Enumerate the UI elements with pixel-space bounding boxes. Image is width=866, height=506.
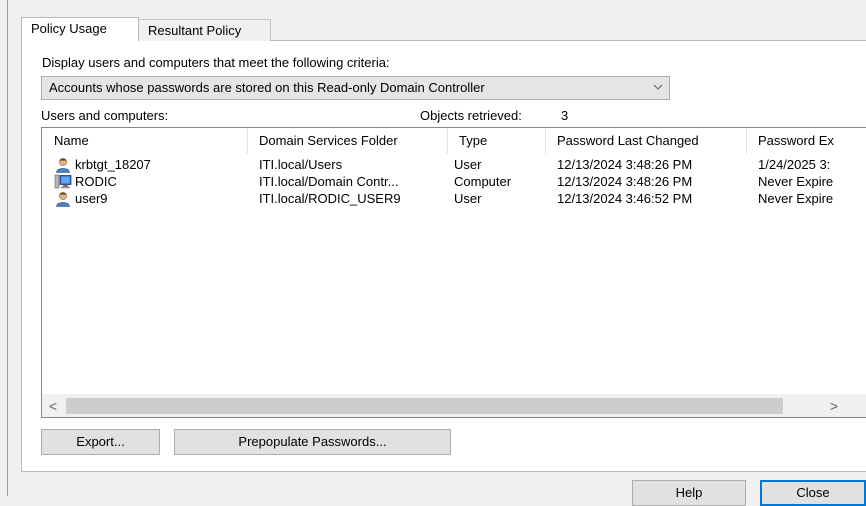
accounts-list-view[interactable]: Name Domain Services Folder Type Passwor… — [41, 127, 866, 418]
column-header-folder[interactable]: Domain Services Folder — [247, 128, 447, 154]
cell-password-expires: 1/24/2025 3: — [758, 157, 831, 172]
column-header-type[interactable]: Type — [447, 128, 545, 154]
user-icon — [56, 192, 70, 207]
scroll-right-arrow[interactable]: > — [822, 394, 846, 417]
help-button[interactable]: Help — [632, 480, 746, 506]
cell-password-last-changed: 12/13/2024 3:48:26 PM — [557, 157, 693, 172]
export-button[interactable]: Export... — [41, 429, 160, 455]
users-and-computers-label: Users and computers: — [41, 108, 169, 123]
criteria-selected-value: Accounts whose passwords are stored on t… — [49, 80, 485, 95]
horizontal-scrollbar[interactable]: < > — [42, 394, 866, 417]
column-header-name[interactable]: Name — [42, 128, 247, 154]
cell-type: User — [454, 157, 482, 172]
criteria-dropdown[interactable]: Accounts whose passwords are stored on t… — [41, 76, 670, 100]
cell-password-last-changed: 12/13/2024 3:48:26 PM — [557, 174, 693, 189]
scroll-left-arrow[interactable]: < — [42, 394, 64, 417]
prepopulate-passwords-button[interactable]: Prepopulate Passwords... — [174, 429, 451, 455]
cell-name: RODIC — [75, 174, 117, 189]
cell-folder: ITI.local/Domain Contr... — [259, 174, 399, 189]
computer-icon — [54, 174, 72, 189]
policy-dialog: { "tabs": [ {"label": "Policy Usage", "a… — [0, 0, 866, 506]
scrollbar-thumb[interactable] — [66, 398, 783, 414]
cell-name: user9 — [75, 191, 108, 206]
chevron-down-icon — [653, 84, 663, 90]
user-icon — [56, 158, 70, 173]
objects-retrieved-label: Objects retrieved: — [420, 108, 522, 123]
table-row[interactable]: user9 ITI.local/RODIC_USER9 User 12/13/2… — [42, 191, 866, 207]
cell-type: Computer — [454, 174, 512, 189]
cell-folder: ITI.local/RODIC_USER9 — [259, 191, 401, 206]
table-row[interactable]: RODIC ITI.local/Domain Contr... Computer… — [42, 174, 866, 190]
window-left-border — [7, 0, 8, 496]
tab-resultant-policy[interactable]: Resultant Policy — [138, 19, 271, 41]
table-row[interactable]: krbtgt_18207 ITI.local/Users User 12/13/… — [42, 157, 866, 173]
cell-password-last-changed: 12/13/2024 3:46:52 PM — [557, 191, 693, 206]
cell-password-expires: Never Expire — [758, 174, 834, 189]
cell-folder: ITI.local/Users — [259, 157, 343, 172]
cell-type: User — [454, 191, 482, 206]
column-header-password-last-changed[interactable]: Password Last Changed — [545, 128, 746, 154]
objects-retrieved-count: 3 — [561, 108, 569, 123]
column-header-password-expires[interactable]: Password Ex — [746, 128, 866, 154]
cell-password-expires: Never Expire — [758, 191, 834, 206]
close-button[interactable]: Close — [760, 480, 866, 506]
criteria-label: Display users and computers that meet th… — [42, 55, 390, 70]
tab-policy-usage[interactable]: Policy Usage — [21, 17, 139, 41]
cell-name: krbtgt_18207 — [75, 157, 151, 172]
